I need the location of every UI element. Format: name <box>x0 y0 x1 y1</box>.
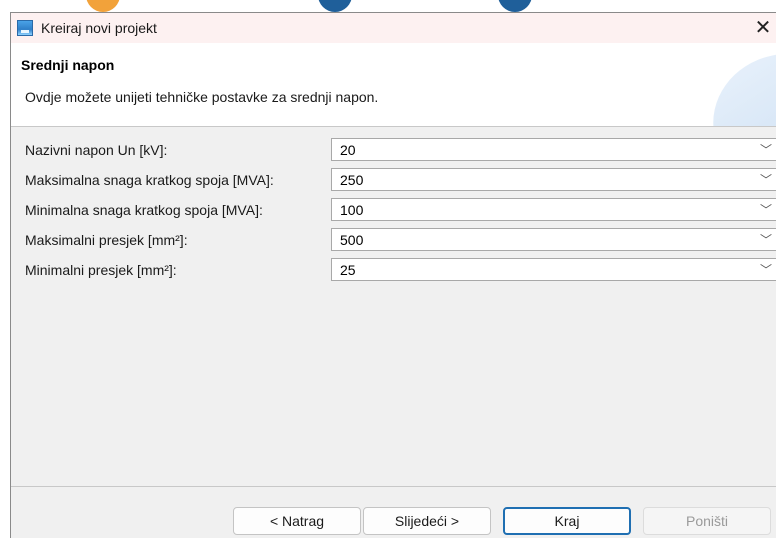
background-orange-shape <box>86 0 120 12</box>
page-title: Srednji napon <box>21 57 115 73</box>
settings-form: Nazivni napon Un [kV]: 20 ﹀ Maksimalna s… <box>11 127 776 487</box>
max-cross-section-select[interactable]: 500 ﹀ <box>331 228 776 251</box>
wizard-banner: Srednji napon Ovdje možete unijeti tehni… <box>11 43 776 127</box>
window-title: Kreiraj novi projekt <box>41 20 157 36</box>
screen: Kreiraj novi projekt ✕ Srednji napon Ovd… <box>0 0 776 538</box>
min-short-circuit-select[interactable]: 100 ﹀ <box>331 198 776 221</box>
select-value: 20 <box>340 142 356 158</box>
max-short-circuit-select[interactable]: 250 ﹀ <box>331 168 776 191</box>
field-label: Minimalna snaga kratkog spoja [MVA]: <box>25 202 263 218</box>
field-row-max-short-circuit: Maksimalna snaga kratkog spoja [MVA]: 25… <box>11 165 776 195</box>
field-row-nominal-voltage: Nazivni napon Un [kV]: 20 ﹀ <box>11 135 776 165</box>
chevron-down-icon: ﹀ <box>759 143 772 157</box>
chevron-down-icon: ﹀ <box>759 173 772 187</box>
background-blue-shape <box>318 0 352 12</box>
banner-decoration <box>700 45 776 126</box>
field-row-min-cross-section: Minimalni presjek [mm²]: 25 ﹀ <box>11 255 776 285</box>
field-label: Minimalni presjek [mm²]: <box>25 262 177 278</box>
field-label: Maksimalni presjek [mm²]: <box>25 232 188 248</box>
chevron-down-icon: ﹀ <box>759 263 772 277</box>
field-label: Nazivni napon Un [kV]: <box>25 142 168 158</box>
select-value: 25 <box>340 262 356 278</box>
nominal-voltage-select[interactable]: 20 ﹀ <box>331 138 776 161</box>
background-blue-shape <box>498 0 532 12</box>
chevron-down-icon: ﹀ <box>759 233 772 247</box>
app-window-icon <box>17 20 33 36</box>
next-button[interactable]: Slijedeći > <box>363 507 491 535</box>
close-icon: ✕ <box>754 17 772 39</box>
select-value: 500 <box>340 232 364 248</box>
finish-button[interactable]: Kraj <box>503 507 631 535</box>
field-row-min-short-circuit: Minimalna snaga kratkog spoja [MVA]: 100… <box>11 195 776 225</box>
chevron-down-icon: ﹀ <box>759 203 772 217</box>
field-label: Maksimalna snaga kratkog spoja [MVA]: <box>25 172 274 188</box>
min-cross-section-select[interactable]: 25 ﹀ <box>331 258 776 281</box>
page-description: Ovdje možete unijeti tehničke postavke z… <box>25 89 379 105</box>
title-bar[interactable]: Kreiraj novi projekt ✕ <box>11 13 776 43</box>
select-value: 250 <box>340 172 364 188</box>
new-project-dialog: Kreiraj novi projekt ✕ Srednji napon Ovd… <box>10 12 776 538</box>
cancel-button[interactable]: Poništi <box>643 507 771 535</box>
select-value: 100 <box>340 202 364 218</box>
close-button[interactable]: ✕ <box>749 15 776 41</box>
footer-divider <box>11 486 776 487</box>
back-button[interactable]: < Natrag <box>233 507 361 535</box>
field-row-max-cross-section: Maksimalni presjek [mm²]: 500 ﹀ <box>11 225 776 255</box>
